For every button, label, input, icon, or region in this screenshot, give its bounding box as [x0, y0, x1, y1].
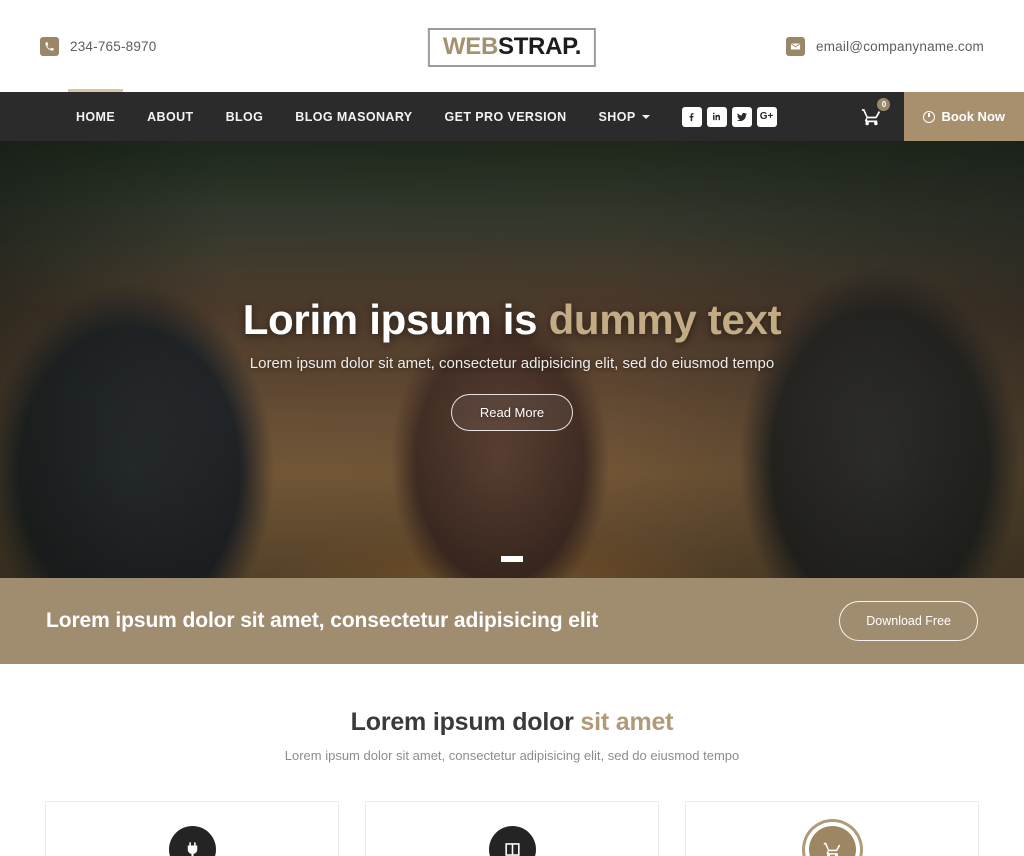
slider-dot-1[interactable] [501, 556, 523, 562]
phone-icon [40, 36, 59, 56]
nav-item-get-pro-version[interactable]: GET PRO VERSION [429, 92, 583, 141]
facebook-icon[interactable] [681, 106, 702, 127]
nav-label: BLOG [225, 109, 264, 124]
shopping-cart-icon [808, 826, 856, 856]
nav-item-about[interactable]: ABOUT [131, 92, 209, 141]
service-card-1[interactable] [45, 801, 339, 856]
services-section: Lorem ipsum dolor sit amet Lorem ipsum d… [0, 664, 1024, 856]
nav-label: SHOP [598, 109, 636, 124]
services-title: Lorem ipsum dolor sit amet [0, 708, 1024, 737]
nav-right-actions: 0 Book Now [861, 92, 1024, 141]
nav-item-blog-masonary[interactable]: BLOG MASONARY [279, 92, 428, 141]
googleplus-glyph: G+ [759, 110, 774, 122]
services-title-accent: sit amet [580, 708, 674, 736]
hero-subtitle: Lorem ipsum dolor sit amet, consectetur … [249, 355, 775, 373]
cart-count-badge: 0 [877, 98, 891, 111]
linkedin-icon[interactable] [706, 106, 727, 127]
service-cards [0, 763, 1024, 856]
book-now-button[interactable]: Book Now [904, 92, 1024, 141]
nav-item-home[interactable]: HOME [60, 89, 131, 141]
read-more-button[interactable]: Read More [450, 394, 574, 432]
service-card-3[interactable] [685, 801, 979, 856]
hero-content: Lorim ipsum is dummy text Lorem ipsum do… [0, 141, 1024, 432]
nav-menu: HOME ABOUT BLOG BLOG MASONARY GET PRO VE… [60, 89, 777, 141]
hero-title: Lorim ipsum is dummy text [0, 296, 1024, 344]
social-links: G+ [681, 106, 777, 127]
twitter-icon[interactable] [731, 106, 752, 127]
chevron-down-icon [641, 114, 650, 119]
email-contact[interactable]: email@companyname.com [786, 36, 984, 56]
logo-text-secondary: STRAP. [497, 33, 582, 60]
googleplus-icon[interactable]: G+ [756, 106, 777, 127]
book-now-label: Book Now [941, 109, 1005, 124]
nav-label: GET PRO VERSION [444, 109, 567, 124]
nav-label: BLOG MASONARY [295, 109, 413, 124]
email-address: email@companyname.com [816, 38, 984, 54]
phone-number: 234-765-8970 [70, 38, 157, 54]
cta-banner: Lorem ipsum dolor sit amet, consectetur … [0, 578, 1024, 664]
service-card-2[interactable] [365, 801, 659, 856]
nav-item-shop[interactable]: SHOP [583, 92, 666, 141]
envelope-icon [786, 36, 806, 56]
nav-label: ABOUT [147, 109, 194, 124]
main-navigation: HOME ABOUT BLOG BLOG MASONARY GET PRO VE… [0, 89, 1024, 141]
hero-title-main: Lorim ipsum is [242, 296, 549, 343]
nav-item-blog[interactable]: BLOG [210, 92, 280, 141]
columns-icon [488, 826, 536, 856]
cart-button[interactable]: 0 [861, 98, 891, 127]
services-title-main: Lorem ipsum dolor [350, 708, 581, 736]
cta-text: Lorem ipsum dolor sit amet, consectetur … [46, 609, 599, 632]
plug-icon [168, 826, 216, 856]
hero-title-accent: dummy text [548, 296, 782, 343]
download-free-button[interactable]: Download Free [839, 601, 978, 641]
clock-icon [923, 110, 936, 123]
hero-slider: Lorim ipsum is dummy text Lorem ipsum do… [0, 141, 1024, 578]
services-subtitle: Lorem ipsum dolor sit amet, consectetur … [284, 748, 740, 763]
nav-label: HOME [76, 109, 116, 124]
top-contact-bar: 234-765-8970 WEBSTRAP. email@companyname… [0, 0, 1024, 92]
logo-text-primary: WEB [442, 33, 498, 60]
phone-contact[interactable]: 234-765-8970 [40, 36, 157, 56]
site-logo[interactable]: WEBSTRAP. [427, 28, 597, 67]
slider-pagination [501, 556, 523, 562]
